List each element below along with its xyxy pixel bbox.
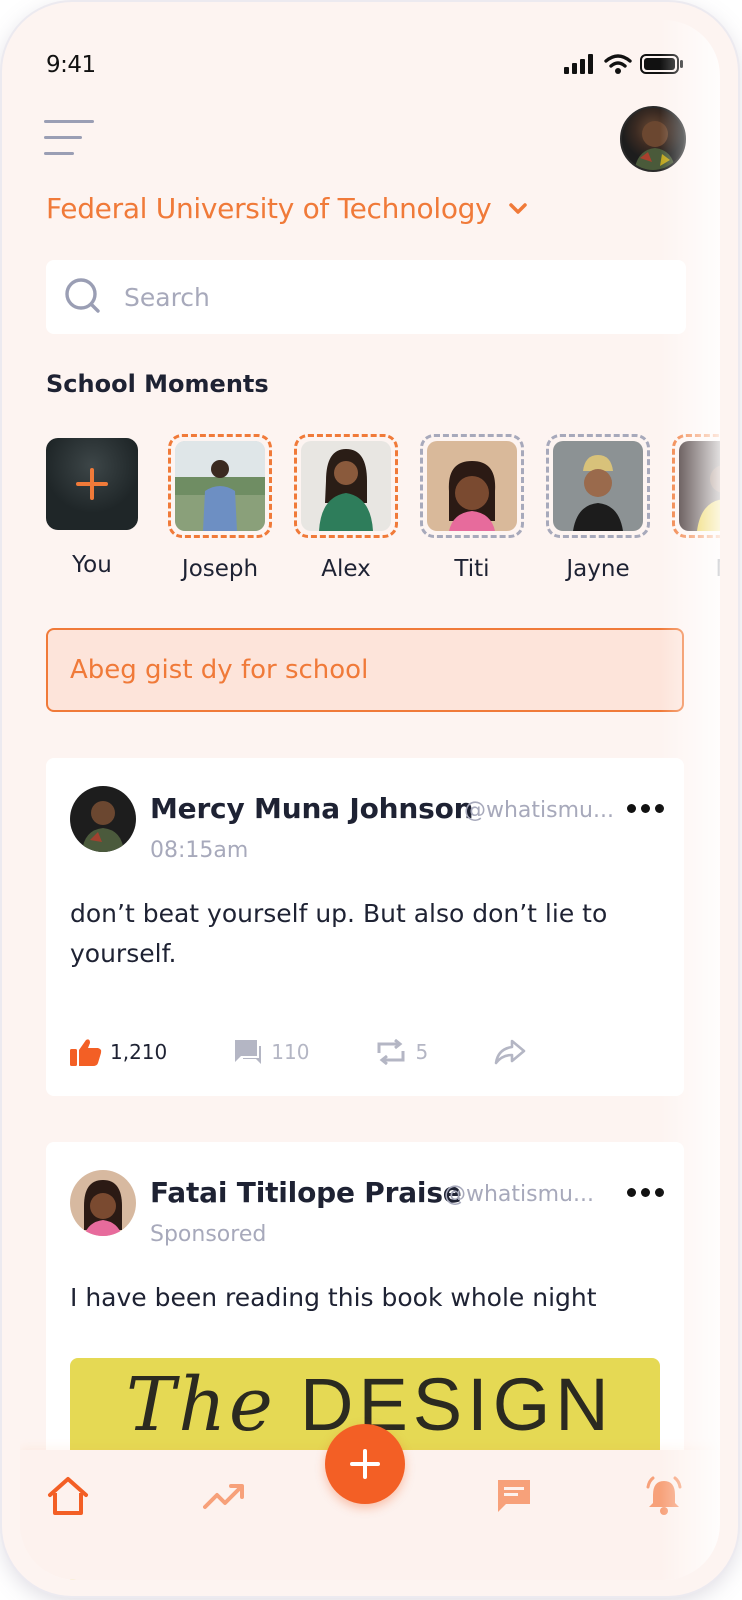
story-thumbnail xyxy=(553,441,643,531)
status-time: 9:41 xyxy=(46,52,96,78)
story-n[interactable]: N xyxy=(672,434,720,582)
repost-count: 5 xyxy=(415,1040,429,1064)
post-text: don’t beat yourself up. But also don’t l… xyxy=(70,899,608,968)
story-alex[interactable]: Alex xyxy=(294,434,398,582)
trending-icon xyxy=(203,1484,244,1509)
hamburger-menu-icon[interactable] xyxy=(44,120,96,156)
school-name: Federal University of Technology xyxy=(46,192,492,225)
profile-avatar[interactable] xyxy=(620,106,686,172)
composer-input[interactable]: Abeg gist dy for school xyxy=(46,628,684,712)
phone-frame: 9:41 Federal University of Technology Se… xyxy=(2,2,738,1596)
repost-icon xyxy=(377,1039,405,1065)
school-selector[interactable]: Federal University of Technology xyxy=(46,192,528,225)
post-time: 08:15am xyxy=(150,838,249,863)
more-options-icon[interactable] xyxy=(627,804,664,813)
search-icon xyxy=(65,278,100,313)
story-thumbnail xyxy=(679,441,720,531)
post-actions: 1,210 110 5 xyxy=(70,1032,526,1072)
author-name[interactable]: Mercy Muna Johnson xyxy=(150,792,474,825)
story-name: Jayne xyxy=(566,556,630,582)
story-name: You xyxy=(72,552,112,578)
book-title-word-1: The xyxy=(126,1362,276,1448)
app-screen: 9:41 Federal University of Technology Se… xyxy=(20,20,720,1580)
story-jayne[interactable]: Jayne xyxy=(546,434,650,582)
post-card[interactable]: Mercy Muna Johnson @whatismu... 08:15am … xyxy=(46,758,684,1096)
story-thumbnail xyxy=(427,441,517,531)
tab-messages[interactable] xyxy=(490,1472,538,1520)
author-handle: @whatismu... xyxy=(444,1182,594,1207)
story-name: Joseph xyxy=(181,556,259,582)
create-post-button[interactable] xyxy=(325,1424,405,1504)
tab-trending[interactable] xyxy=(200,1472,248,1520)
story-name: Alex xyxy=(321,556,371,582)
stories-row: You Joseph Alex Titi Jayne xyxy=(46,434,720,584)
story-name: N xyxy=(672,556,720,582)
battery-icon xyxy=(640,54,683,74)
story-name: Titi xyxy=(454,556,490,582)
avatar-image xyxy=(634,121,676,170)
thumbs-up-icon xyxy=(70,1039,102,1066)
story-titi[interactable]: Titi xyxy=(420,434,524,582)
add-story-tile[interactable] xyxy=(46,438,138,530)
search-placeholder: Search xyxy=(124,282,210,312)
add-icon xyxy=(350,1449,380,1479)
more-options-icon[interactable] xyxy=(627,1188,664,1197)
comment-icon xyxy=(235,1040,262,1064)
author-avatar[interactable] xyxy=(70,786,136,852)
bell-icon xyxy=(646,1476,682,1515)
chat-icon xyxy=(498,1480,530,1512)
story-thumbnail xyxy=(175,441,265,531)
section-title-moments: School Moments xyxy=(46,370,269,398)
share-icon xyxy=(494,1039,526,1065)
avatar-image xyxy=(70,1170,136,1236)
wifi-icon xyxy=(604,54,632,74)
post-text: I have been reading this book whole nigh… xyxy=(70,1283,597,1312)
composer-placeholder: Abeg gist dy for school xyxy=(70,655,369,685)
like-count: 1,210 xyxy=(110,1040,168,1064)
repost-button[interactable]: 5 xyxy=(375,1039,428,1065)
story-you[interactable]: You xyxy=(46,434,150,578)
signal-icon xyxy=(564,54,593,74)
share-button[interactable] xyxy=(494,1039,526,1065)
author-name[interactable]: Fatai Titilope Praise xyxy=(150,1176,462,1209)
story-joseph[interactable]: Joseph xyxy=(168,434,272,582)
story-thumbnail xyxy=(301,441,391,531)
avatar-image xyxy=(70,786,136,852)
sponsored-label: Sponsored xyxy=(150,1222,267,1247)
tab-notifications[interactable] xyxy=(640,1472,688,1520)
comment-button[interactable]: 110 xyxy=(233,1038,309,1066)
tab-home[interactable] xyxy=(44,1472,92,1520)
search-bar[interactable]: Search xyxy=(46,260,686,334)
home-icon xyxy=(48,1477,88,1515)
status-icons xyxy=(564,54,684,74)
like-button[interactable]: 1,210 xyxy=(70,1038,167,1066)
author-handle: @whatismu... xyxy=(464,798,614,823)
author-avatar[interactable] xyxy=(70,1170,136,1236)
comment-count: 110 xyxy=(271,1040,310,1064)
chevron-down-icon xyxy=(509,202,528,214)
plus-icon xyxy=(76,468,108,500)
